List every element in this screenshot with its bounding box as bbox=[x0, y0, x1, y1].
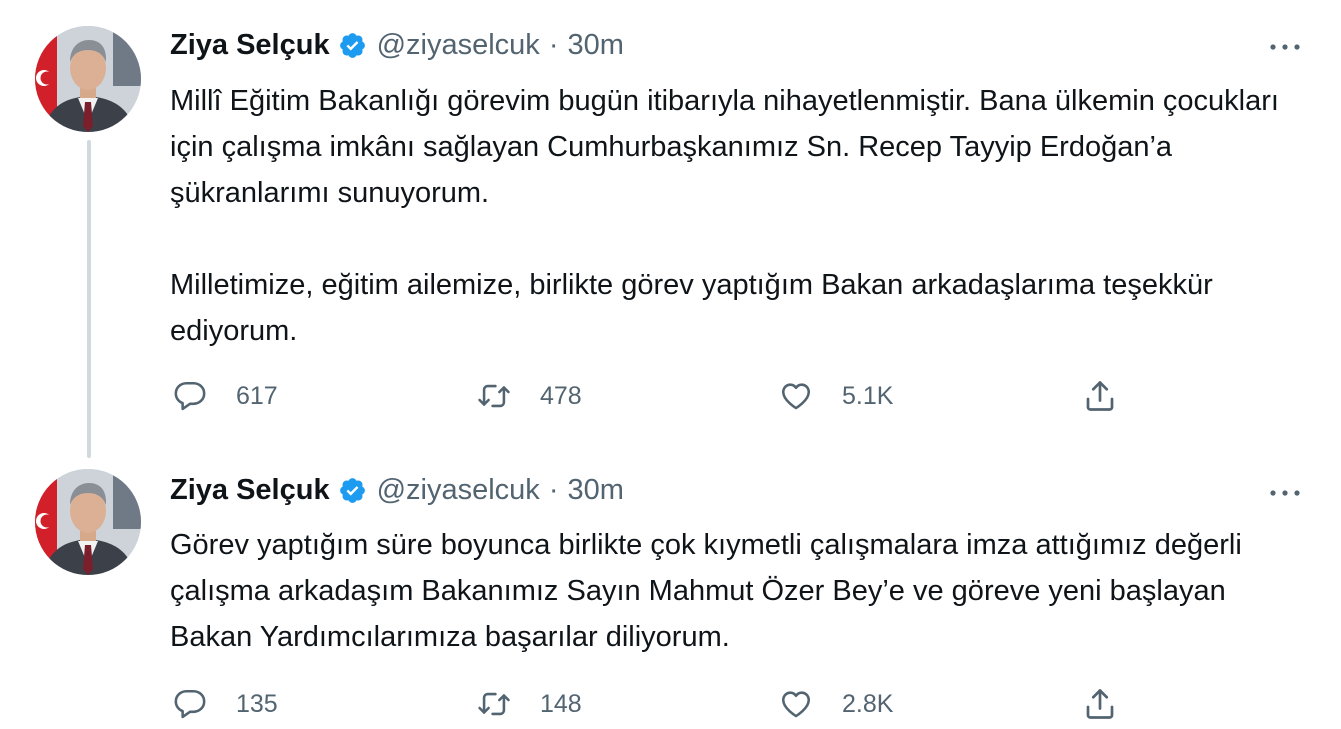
avatar[interactable] bbox=[35, 469, 141, 575]
heart-icon bbox=[776, 376, 816, 416]
reply-bubble-icon bbox=[170, 376, 210, 416]
timestamp[interactable]: 30m bbox=[567, 29, 623, 62]
reply-button[interactable]: 135 bbox=[170, 679, 278, 729]
share-button[interactable] bbox=[1080, 371, 1120, 421]
author-name[interactable]: Ziya Selçuk bbox=[170, 474, 330, 507]
verified-badge-icon bbox=[338, 476, 367, 505]
retweet-button[interactable]: 478 bbox=[474, 371, 582, 421]
tweet-text: Görev yaptığım süre boyunca birlikte çok… bbox=[170, 522, 1310, 660]
tweet-actions: 617 478 5.1K bbox=[170, 371, 1300, 421]
verified-badge-icon bbox=[338, 31, 367, 60]
reply-count: 617 bbox=[236, 381, 278, 410]
author-handle[interactable]: @ziyaselcuk bbox=[377, 29, 540, 62]
thread-connector-line bbox=[87, 140, 91, 458]
separator-dot: · bbox=[548, 474, 559, 506]
tweet-header: Ziya Selçuk @ziyaselcuk · 30m bbox=[170, 29, 624, 62]
like-count: 2.8K bbox=[842, 689, 894, 718]
share-upload-icon bbox=[1080, 376, 1120, 416]
reply-button[interactable]: 617 bbox=[170, 371, 278, 421]
like-button[interactable]: 2.8K bbox=[776, 679, 893, 729]
reply-bubble-icon bbox=[170, 684, 210, 724]
share-button[interactable] bbox=[1080, 679, 1120, 729]
retweet-count: 478 bbox=[540, 381, 582, 410]
timestamp[interactable]: 30m bbox=[567, 474, 623, 507]
avatar[interactable] bbox=[35, 26, 141, 132]
tweet[interactable]: Ziya Selçuk @ziyaselcuk · 30m Millî Eğit… bbox=[0, 0, 1341, 458]
tweet-paragraph: Milletimize, eğitim ailemize, birlikte g… bbox=[170, 269, 1213, 347]
retweet-arrows-icon bbox=[474, 684, 514, 724]
separator-dot: · bbox=[548, 29, 559, 61]
heart-icon bbox=[776, 684, 816, 724]
tweet-actions: 135 148 2.8K bbox=[170, 679, 1300, 729]
like-button[interactable]: 5.1K bbox=[776, 371, 893, 421]
retweet-arrows-icon bbox=[474, 376, 514, 416]
author-handle[interactable]: @ziyaselcuk bbox=[377, 474, 540, 507]
retweet-button[interactable]: 148 bbox=[474, 679, 582, 729]
like-count: 5.1K bbox=[842, 381, 894, 410]
retweet-count: 148 bbox=[540, 689, 582, 718]
tweet-text: Millî Eğitim Bakanlığı görevim bugün iti… bbox=[170, 78, 1310, 354]
tweet-paragraph: Millî Eğitim Bakanlığı görevim bugün iti… bbox=[170, 85, 1279, 209]
more-dots-icon[interactable] bbox=[1265, 32, 1305, 62]
tweet-paragraph: Görev yaptığım süre boyunca birlikte çok… bbox=[170, 529, 1242, 653]
share-upload-icon bbox=[1080, 684, 1120, 724]
more-dots-icon[interactable] bbox=[1265, 478, 1305, 508]
tweet-header: Ziya Selçuk @ziyaselcuk · 30m bbox=[170, 474, 624, 507]
author-name[interactable]: Ziya Selçuk bbox=[170, 29, 330, 62]
reply-count: 135 bbox=[236, 689, 278, 718]
